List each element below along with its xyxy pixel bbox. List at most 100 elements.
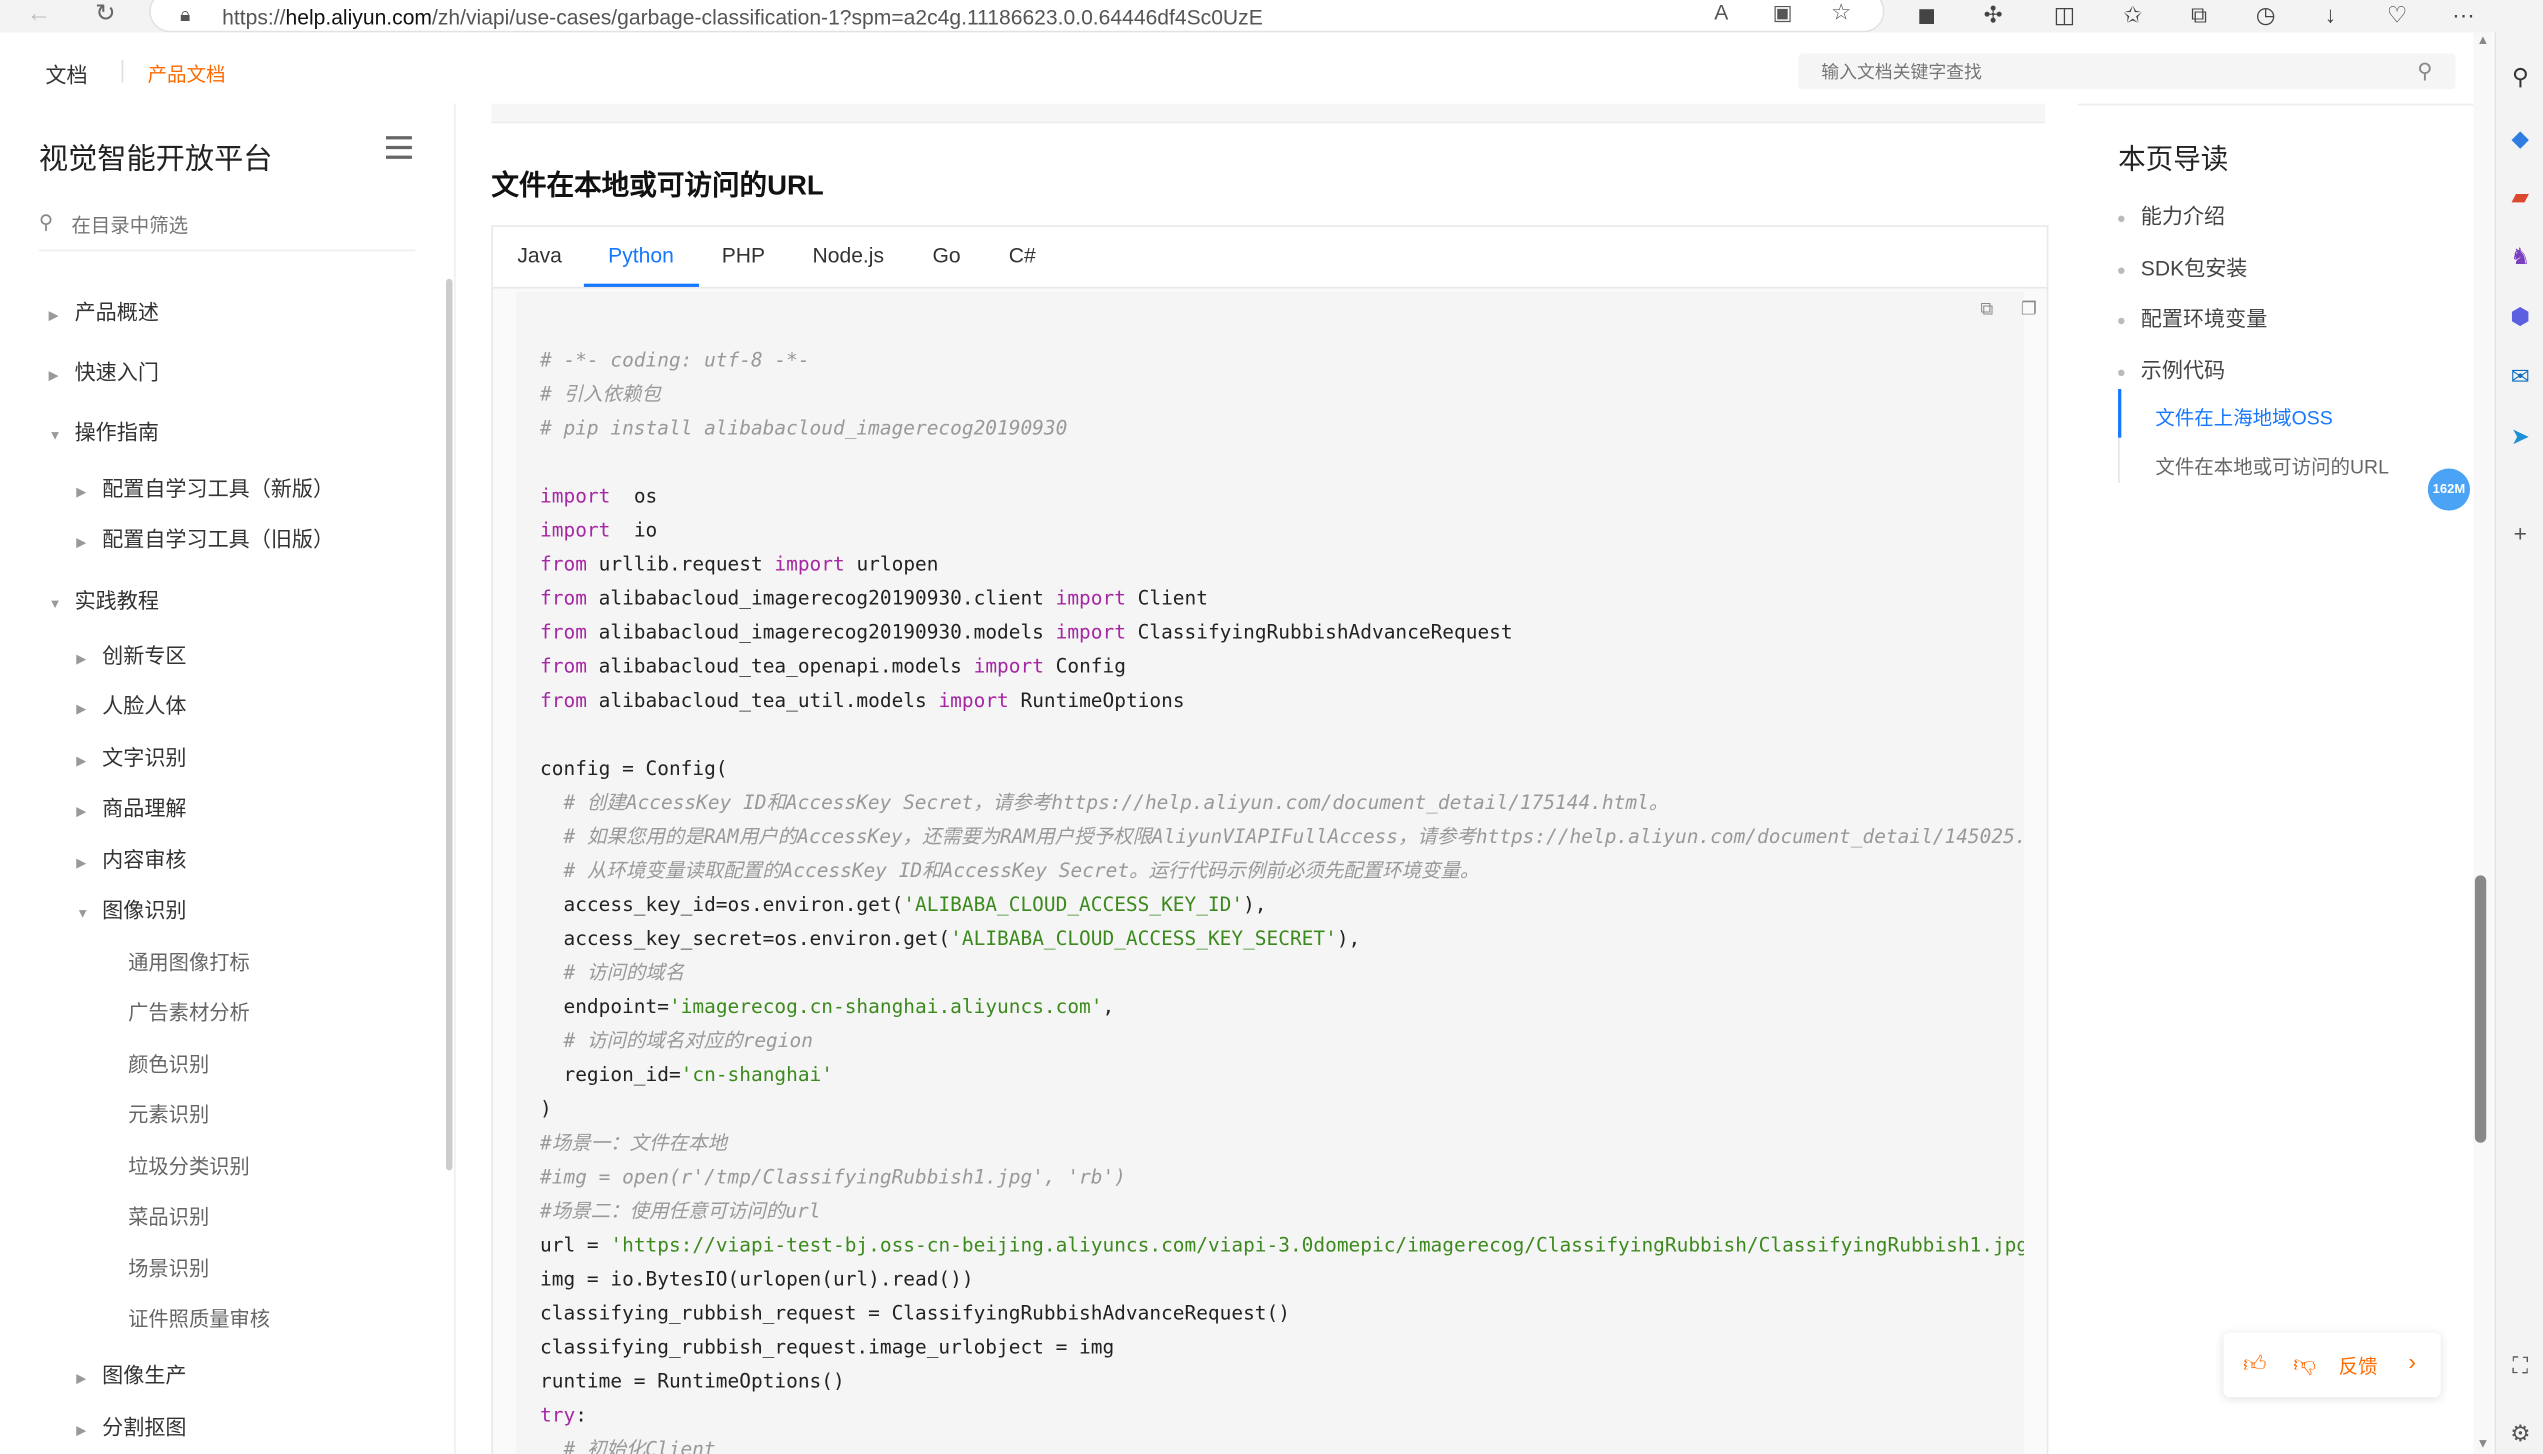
toc-item-sdk-install[interactable]: SDK包安装 bbox=[2118, 251, 2247, 282]
page-scrollbar[interactable]: ▲ ▼ bbox=[2473, 32, 2493, 1454]
refresh-icon[interactable]: ↻ bbox=[89, 0, 121, 32]
toc-item-env-config[interactable]: 配置环境变量 bbox=[2118, 302, 2267, 333]
scroll-down-icon[interactable]: ▼ bbox=[2476, 1436, 2489, 1451]
sidebar-item-self-learning-old[interactable]: ▶ 配置自学习工具（旧版） bbox=[76, 522, 334, 553]
side-screenshot-icon[interactable]: ⛶ bbox=[2506, 1350, 2535, 1379]
sidebar-title: 视觉智能开放平台 bbox=[38, 142, 273, 176]
toc-sub-local-url[interactable]: 文件在本地或可访问的URL bbox=[2155, 452, 2389, 480]
tab-csharp[interactable]: C# bbox=[1009, 243, 1036, 267]
code-line: try: bbox=[540, 1403, 587, 1427]
side-games-icon[interactable]: ♞ bbox=[2506, 242, 2535, 271]
thumbs-down-icon[interactable]: 👎︎ bbox=[2293, 1350, 2316, 1378]
code-area[interactable]: # -*- coding: utf-8 -*- # 引入依赖包 # pip inst… bbox=[515, 291, 2025, 1454]
tab-go[interactable]: Go bbox=[933, 243, 961, 267]
extension-icon[interactable]: ◼ bbox=[1909, 0, 1945, 32]
code-line: from alibabacloud_tea_openapi.models imp… bbox=[540, 654, 1126, 678]
feedback-label[interactable]: 反馈 bbox=[2339, 1352, 2378, 1380]
sidebar-item-self-learning-new[interactable]: ▶ 配置自学习工具（新版） bbox=[76, 472, 334, 503]
side-outlook-icon[interactable]: ✉ bbox=[2506, 361, 2535, 390]
sidebar-filter[interactable]: ⚲ bbox=[38, 207, 416, 252]
sidebar-item-ocr[interactable]: ▶ 文字识别 bbox=[76, 741, 186, 772]
sidebar-item-tutorials[interactable]: ▼ 实践教程 bbox=[49, 584, 159, 615]
sidebar-item-image-production[interactable]: ▶ 图像生产 bbox=[76, 1358, 186, 1389]
docs-search[interactable]: ⚲ bbox=[1798, 53, 2456, 93]
sidebar-item-color-recognition[interactable]: 颜色识别 bbox=[128, 1047, 209, 1078]
memory-badge[interactable]: 162M bbox=[2427, 468, 2471, 511]
caret-right-icon: ▶ bbox=[76, 1423, 87, 1438]
address-bar[interactable]: 🔒︎ https://help.aliyun.com/zh/viapi/use-… bbox=[149, 0, 1885, 33]
side-copilot-icon[interactable]: ⬢ bbox=[2506, 302, 2535, 331]
toc-item-sample-code[interactable]: 示例代码 bbox=[2118, 353, 2225, 384]
toc-title: 本页导读 bbox=[2118, 144, 2229, 176]
copy-icon[interactable]: ⧉ bbox=[1974, 297, 2000, 323]
sidebar-item-ad-analysis[interactable]: 广告素材分析 bbox=[128, 995, 250, 1026]
favorite-star-icon[interactable]: ☆ bbox=[1831, 0, 1851, 26]
code-line: access_key_id=os.environ.get('ALIBABA_CL… bbox=[540, 893, 1267, 916]
sidebar-item-goods[interactable]: ▶ 商品理解 bbox=[76, 791, 186, 822]
code-line: img = io.BytesIO(urlopen(url).read()) bbox=[540, 1267, 974, 1291]
tab-product-docs[interactable]: 产品文档 bbox=[148, 60, 226, 88]
history-icon[interactable]: ◷ bbox=[2248, 0, 2284, 32]
side-settings-icon[interactable]: ⚙ bbox=[2506, 1418, 2535, 1447]
sidebar-scrollbar[interactable] bbox=[445, 278, 453, 1171]
caret-right-icon: ▶ bbox=[76, 753, 87, 769]
download-icon[interactable]: ↓ bbox=[2313, 0, 2349, 32]
tab-nodejs[interactable]: Node.js bbox=[813, 243, 884, 267]
filter-search-icon: ⚲ bbox=[38, 210, 54, 234]
sidebar-item-operation-guide[interactable]: ▼ 操作指南 bbox=[49, 415, 159, 446]
docs-search-input[interactable] bbox=[1798, 53, 2409, 93]
tab-docs[interactable]: 文档 bbox=[45, 58, 87, 89]
scroll-thumb[interactable] bbox=[2474, 875, 2487, 1143]
sidebar-item-dish-recognition[interactable]: 菜品识别 bbox=[128, 1200, 209, 1231]
sidebar-item-image-recognition[interactable]: ▼ 图像识别 bbox=[76, 893, 186, 924]
toc-item-capability[interactable]: 能力介绍 bbox=[2118, 199, 2225, 230]
scroll-up-icon[interactable]: ▲ bbox=[2476, 32, 2489, 47]
code-text: # -*- coding: utf-8 -*- # 引入依赖包 # pip inst… bbox=[540, 344, 2024, 1454]
app-icon[interactable]: ▣ bbox=[1773, 0, 1793, 26]
side-send-icon[interactable]: ➤ bbox=[2506, 421, 2535, 450]
browser-side-panel: ⚲ ◆ ▰ ♞ ⬢ ✉ ➤ + ⛶ ⚙ bbox=[2494, 32, 2543, 1454]
clipboard-icon[interactable]: ❐ bbox=[2016, 297, 2042, 323]
sidebar-item-face-body[interactable]: ▶ 人脸人体 bbox=[76, 689, 186, 720]
tab-php[interactable]: PHP bbox=[722, 243, 765, 267]
split-screen-icon[interactable]: ◫ bbox=[2047, 0, 2083, 32]
sidebar-item-content-review[interactable]: ▶ 内容审核 bbox=[76, 843, 186, 874]
code-line: classifying_rubbish_request = Classifyin… bbox=[540, 1301, 1290, 1325]
read-aloud-icon[interactable]: A bbox=[1714, 0, 1728, 24]
sidebar-item-id-photo-review[interactable]: 证件照质量审核 bbox=[128, 1302, 270, 1333]
sidebar-item-innovation[interactable]: ▶ 创新专区 bbox=[76, 639, 186, 670]
collections-icon[interactable]: ⧉ bbox=[2181, 0, 2217, 32]
sidebar-item-quick-start[interactable]: ▶ 快速入门 bbox=[49, 355, 159, 386]
toc-sub-oss-shanghai[interactable]: 文件在上海地域OSS bbox=[2155, 404, 2332, 432]
sidebar-item-product-overview[interactable]: ▶ 产品概述 bbox=[49, 295, 159, 326]
puzzle-icon[interactable]: ✣ bbox=[1975, 0, 2011, 32]
page-toc: 本页导读 能力介绍 SDK包安装 配置环境变量 示例代码 文件在上海地域OSS … bbox=[2092, 104, 2473, 752]
sidebar-item-garbage-classification[interactable]: 垃圾分类识别 bbox=[128, 1149, 250, 1180]
chevron-right-icon[interactable]: › bbox=[2408, 1349, 2416, 1375]
tab-python[interactable]: Python bbox=[608, 243, 674, 267]
lock-icon[interactable]: 🔒︎ bbox=[180, 3, 190, 27]
tab-java[interactable]: Java bbox=[517, 243, 562, 267]
menu-icon[interactable] bbox=[385, 136, 412, 159]
side-toolbox-icon[interactable]: ▰ bbox=[2506, 182, 2535, 211]
side-add-icon[interactable]: + bbox=[2506, 519, 2535, 548]
sidebar-item-scene-recognition[interactable]: 场景识别 bbox=[128, 1251, 209, 1282]
search-icon[interactable]: ⚲ bbox=[2417, 58, 2432, 84]
code-line: ) bbox=[540, 1097, 552, 1121]
sidebar-item-general-tagging[interactable]: 通用图像打标 bbox=[128, 945, 250, 976]
favorites-icon[interactable]: ✩ bbox=[2115, 0, 2151, 32]
code-line: runtime = RuntimeOptions() bbox=[540, 1369, 845, 1393]
sidebar-item-segmentation[interactable]: ▶ 分割抠图 bbox=[76, 1410, 186, 1441]
side-search-icon[interactable]: ⚲ bbox=[2506, 62, 2535, 91]
screen: ← ↻ 🔒︎ https://help.aliyun.com/zh/viapi/… bbox=[0, 0, 2543, 1454]
more-icon[interactable]: ··· bbox=[2446, 0, 2482, 32]
language-tabs: Java Python PHP Node.js Go C# bbox=[493, 226, 2047, 289]
thumbs-up-icon[interactable]: 👍︎ bbox=[2243, 1350, 2267, 1378]
side-tag-icon[interactable]: ◆ bbox=[2506, 123, 2535, 152]
performance-icon[interactable]: ♡ bbox=[2379, 0, 2415, 32]
sidebar-item-element-recognition[interactable]: 元素识别 bbox=[128, 1097, 209, 1128]
toc-active-indicator bbox=[2118, 389, 2122, 438]
sidebar-filter-input[interactable] bbox=[68, 207, 399, 244]
back-icon[interactable]: ← bbox=[23, 0, 55, 32]
